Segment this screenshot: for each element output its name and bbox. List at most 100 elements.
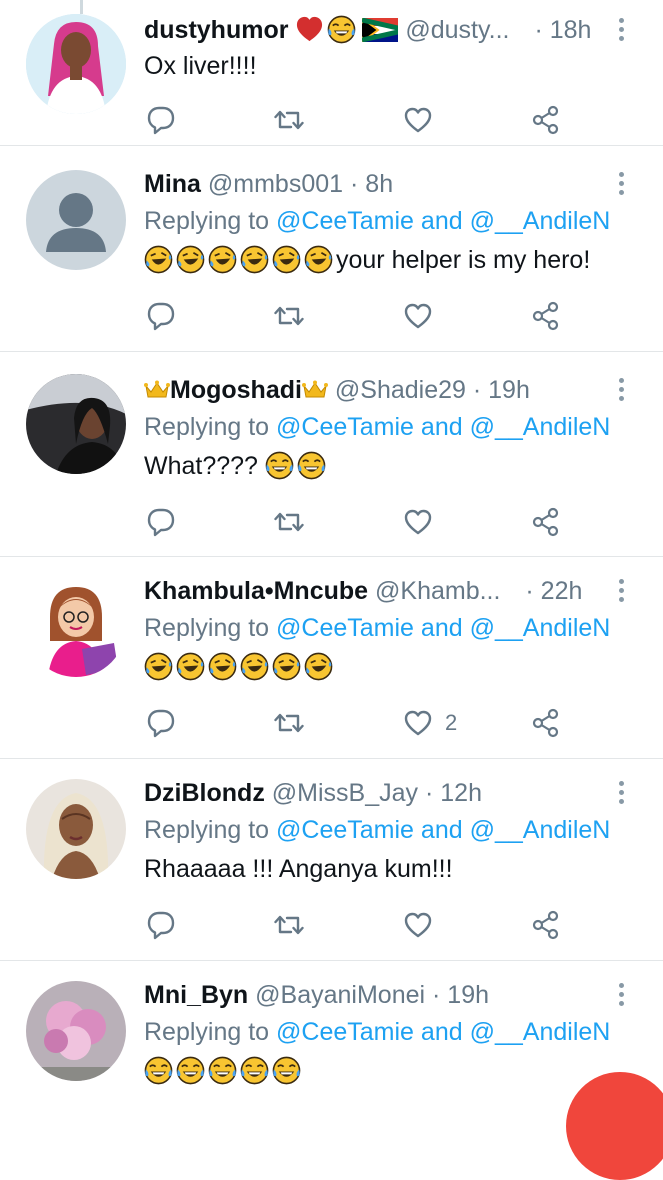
share-icon[interactable] bbox=[531, 502, 561, 542]
reply-icon[interactable] bbox=[146, 905, 176, 945]
like-icon[interactable] bbox=[403, 905, 433, 945]
replying-to: Replying to @CeeTamie and @__AndileN bbox=[144, 207, 611, 235]
user-handle[interactable]: @dusty... bbox=[405, 16, 509, 44]
crown-emoji-icon bbox=[144, 380, 170, 400]
avatar[interactable] bbox=[26, 779, 126, 879]
share-icon[interactable] bbox=[531, 100, 561, 140]
mention-link[interactable]: @CeeTamie bbox=[276, 614, 414, 642]
timestamp[interactable]: · 18h bbox=[534, 16, 591, 44]
more-options-icon[interactable] bbox=[617, 18, 625, 44]
reply-icon[interactable] bbox=[146, 296, 176, 336]
share-icon[interactable] bbox=[531, 905, 561, 945]
tweet-header: dustyhumor @dusty... · 18h bbox=[144, 14, 653, 46]
rofl-emoji-icon bbox=[304, 245, 333, 274]
tweet-reply[interactable]: DziBlondz @MissB_Jay · 12h Replying to @… bbox=[0, 759, 663, 961]
rofl-emoji-icon bbox=[240, 245, 269, 274]
timestamp[interactable]: · 12h bbox=[425, 779, 482, 807]
user-handle[interactable]: @Khamb... bbox=[375, 577, 500, 605]
tweet-header: Mina @mmbs001 · 8h bbox=[144, 168, 653, 200]
retweet-icon[interactable] bbox=[274, 100, 304, 140]
user-handle[interactable]: @Shadie29 bbox=[335, 376, 466, 404]
like-icon[interactable] bbox=[403, 296, 433, 336]
like-button[interactable]: 2 bbox=[403, 703, 457, 743]
avatar[interactable] bbox=[26, 374, 126, 474]
red-heart-emoji-icon bbox=[295, 15, 324, 44]
rofl-emoji-icon bbox=[208, 245, 237, 274]
rofl-emoji-icon bbox=[304, 652, 333, 681]
like-icon[interactable] bbox=[403, 502, 433, 542]
tweet-text: Ox liver!!!! bbox=[144, 52, 257, 80]
rofl-emoji-icon bbox=[176, 652, 205, 681]
tweet-header: Khambula•Mncube @Khamb... · 22h bbox=[144, 575, 653, 607]
more-options-icon[interactable] bbox=[617, 781, 625, 807]
joy-emoji-icon bbox=[297, 451, 326, 480]
more-options-icon[interactable] bbox=[617, 983, 625, 1009]
display-name[interactable]: Khambula•Mncube bbox=[144, 577, 368, 605]
more-options-icon[interactable] bbox=[617, 579, 625, 605]
mention-link[interactable]: @CeeTamie bbox=[276, 207, 414, 235]
joy-emoji-icon bbox=[144, 1056, 173, 1085]
more-options-icon[interactable] bbox=[617, 172, 625, 198]
retweet-icon[interactable] bbox=[274, 502, 304, 542]
joy-emoji-icon bbox=[272, 1056, 301, 1085]
display-name[interactable]: dustyhumor bbox=[144, 16, 288, 44]
display-name[interactable]: Mni_Byn bbox=[144, 981, 248, 1009]
mention-link[interactable]: @__AndileN bbox=[470, 413, 611, 441]
replying-to: Replying to @CeeTamie and @__AndileN bbox=[144, 614, 611, 642]
like-count: 2 bbox=[445, 710, 458, 735]
tweet-reply[interactable]: Mina @mmbs001 · 8h Replying to @CeeTamie… bbox=[0, 146, 663, 352]
like-icon[interactable] bbox=[403, 708, 433, 738]
mention-link[interactable]: @__AndileN bbox=[470, 816, 611, 844]
timestamp[interactable]: · 22h bbox=[525, 577, 582, 605]
name-emojis bbox=[295, 16, 405, 44]
timestamp[interactable]: · 8h bbox=[350, 170, 393, 198]
reply-icon[interactable] bbox=[146, 100, 176, 140]
user-handle[interactable]: @MissB_Jay bbox=[272, 779, 418, 807]
avatar[interactable] bbox=[26, 981, 126, 1081]
mention-link[interactable]: @CeeTamie bbox=[276, 413, 414, 441]
rofl-emoji-icon bbox=[208, 652, 237, 681]
share-icon[interactable] bbox=[531, 296, 561, 336]
avatar[interactable] bbox=[26, 170, 126, 270]
user-handle[interactable]: @mmbs001 bbox=[208, 170, 343, 198]
mention-link[interactable]: @CeeTamie bbox=[276, 816, 414, 844]
more-options-icon[interactable] bbox=[617, 378, 625, 404]
tweet-reply[interactable]: Mogoshadi @Shadie29 · 19h Replying to @C… bbox=[0, 352, 663, 557]
joy-emoji-icon bbox=[176, 1056, 205, 1085]
timestamp[interactable]: · 19h bbox=[432, 981, 489, 1009]
crown-emoji-icon bbox=[302, 380, 328, 400]
reply-icon[interactable] bbox=[146, 703, 176, 743]
retweet-icon[interactable] bbox=[274, 296, 304, 336]
joy-emoji-icon bbox=[265, 451, 294, 480]
mention-link[interactable]: @__AndileN bbox=[470, 1018, 611, 1046]
replying-to: Replying to @CeeTamie and @__AndileN bbox=[144, 816, 611, 844]
tweet-actions bbox=[0, 100, 663, 140]
retweet-icon[interactable] bbox=[274, 703, 304, 743]
joy-emoji-icon bbox=[208, 1056, 237, 1085]
reply-icon[interactable] bbox=[146, 502, 176, 542]
display-name[interactable]: DziBlondz bbox=[144, 779, 265, 807]
like-icon[interactable] bbox=[403, 100, 433, 140]
tweet-text: your helper is my hero! bbox=[144, 242, 653, 278]
display-name[interactable]: Mina bbox=[144, 170, 201, 198]
mention-link[interactable]: @CeeTamie bbox=[276, 1018, 414, 1046]
retweet-icon[interactable] bbox=[274, 905, 304, 945]
tweet-actions bbox=[0, 905, 663, 945]
rofl-emoji-icon bbox=[144, 245, 173, 274]
tweet-text bbox=[144, 649, 653, 685]
mention-link[interactable]: @__AndileN bbox=[470, 614, 611, 642]
tweet-reply[interactable]: Mni_Byn @BayaniMonei · 19h Replying to @… bbox=[0, 961, 663, 1100]
avatar[interactable] bbox=[26, 14, 126, 114]
user-handle[interactable]: @BayaniMonei bbox=[255, 981, 425, 1009]
tweet-reply[interactable]: Khambula•Mncube @Khamb... · 22h Replying… bbox=[0, 557, 663, 759]
replying-to: Replying to @CeeTamie and @__AndileN bbox=[144, 1018, 611, 1046]
display-name[interactable]: Mogoshadi bbox=[170, 376, 302, 404]
mention-link[interactable]: @__AndileN bbox=[470, 207, 611, 235]
avatar[interactable] bbox=[26, 577, 126, 677]
timestamp[interactable]: · 19h bbox=[473, 376, 530, 404]
south-africa-flag-icon bbox=[362, 18, 399, 42]
share-icon[interactable] bbox=[531, 703, 561, 743]
compose-tweet-button[interactable] bbox=[566, 1072, 663, 1180]
tweet-actions: 2 bbox=[0, 703, 663, 743]
tweet-reply[interactable]: dustyhumor @dusty... · 18h Ox liver!!!! bbox=[0, 0, 663, 146]
